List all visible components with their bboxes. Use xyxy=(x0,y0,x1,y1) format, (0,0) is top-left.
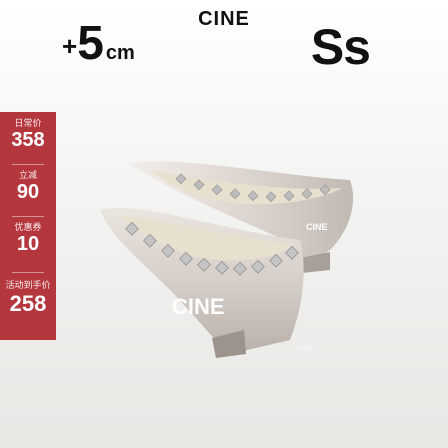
price-divider xyxy=(12,164,44,165)
price-label: 日常价 xyxy=(14,118,42,128)
price-block-discount: 立减 90 xyxy=(0,170,56,203)
price-block-final: 活动到手价 258 xyxy=(0,280,56,317)
shoe-sole-logo: CINE xyxy=(296,346,313,353)
price-value: 258 xyxy=(9,291,47,316)
shoes-illustration xyxy=(100,161,354,358)
heel-height-value: 5 xyxy=(77,17,104,70)
price-value: 10 xyxy=(16,233,40,255)
price-divider xyxy=(12,216,44,217)
price-divider xyxy=(12,272,44,273)
heel-height-unit: cm xyxy=(105,42,135,64)
price-value: 90 xyxy=(16,181,40,203)
price-block-coupon: 优惠券 10 xyxy=(0,222,56,255)
product-image: CINE +5 cm Ss 日常价 358 立减 90 优惠券 10 活动到手价 … xyxy=(0,0,448,448)
shoe-insole-logo: CINE xyxy=(172,294,225,319)
heel-height-badge: +5 cm xyxy=(62,20,135,68)
price-label: 活动到手价 xyxy=(5,280,51,290)
shoe-insole-logo-back: CINE xyxy=(306,222,328,232)
price-value: 358 xyxy=(11,129,45,151)
price-label: 立减 xyxy=(18,170,37,180)
price-label: 优惠券 xyxy=(14,222,42,232)
heel-height-plus: + xyxy=(62,31,78,61)
price-panel: 日常价 358 立减 90 优惠券 10 活动到手价 258 xyxy=(0,112,56,340)
size-code-label: Ss xyxy=(310,19,371,75)
price-block-regular: 日常价 358 xyxy=(0,118,56,151)
